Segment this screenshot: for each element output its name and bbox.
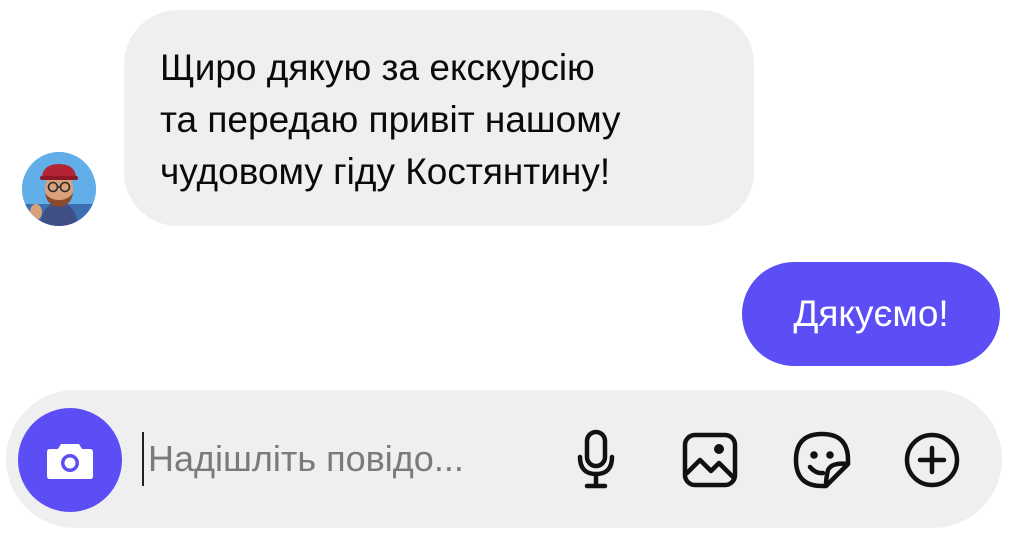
incoming-message-line: Щиро дякую за екскурсію (160, 47, 595, 88)
message-input[interactable] (148, 434, 548, 484)
avatar[interactable] (22, 152, 96, 226)
outgoing-message-bubble[interactable]: Дякуємо! (742, 262, 1000, 366)
outgoing-message-text: Дякуємо! (793, 293, 949, 334)
sticker-icon (793, 431, 851, 489)
plus-circle-icon (904, 432, 960, 488)
message-composer (6, 390, 1002, 528)
gallery-button[interactable] (676, 426, 744, 494)
incoming-message-bubble[interactable]: Щиро дякую за екскурсію та передаю приві… (124, 10, 754, 226)
avatar-photo (22, 152, 96, 226)
sticker-button[interactable] (788, 426, 856, 494)
chat-screen: Щиро дякую за екскурсію та передаю приві… (0, 0, 1024, 549)
incoming-message-line: чудовому гіду Костянтину! (160, 151, 611, 192)
camera-button[interactable] (18, 408, 122, 512)
text-caret (142, 432, 144, 486)
microphone-button[interactable] (562, 426, 630, 494)
image-gallery-icon (682, 432, 738, 488)
camera-icon (47, 444, 93, 479)
incoming-message-line: та передаю привіт нашому (160, 99, 621, 140)
microphone-icon (577, 429, 615, 489)
add-button[interactable] (898, 426, 966, 494)
